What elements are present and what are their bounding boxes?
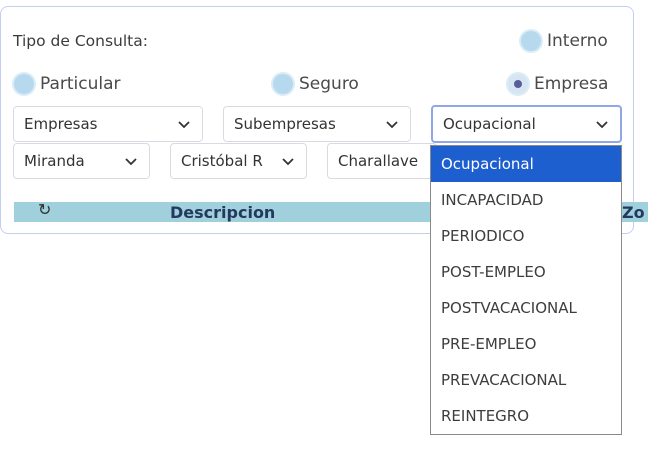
radio-interno-label: Interno [547, 31, 608, 51]
refresh-icon[interactable]: ↻ [38, 200, 51, 219]
subempresas-select-value: Subempresas [234, 115, 336, 133]
chevron-down-icon [282, 158, 294, 166]
subempresas-select[interactable]: Subempresas [223, 106, 411, 142]
empresas-select[interactable]: Empresas [13, 106, 203, 142]
dropdown-option[interactable]: POSTVACACIONAL [431, 290, 621, 326]
radio-seguro-label: Seguro [299, 74, 359, 94]
tipo-consulta-title: Tipo de Consulta: [13, 32, 148, 50]
dropdown-option[interactable]: INCAPACIDAD [431, 182, 621, 218]
column-header-zona[interactable]: Zo [622, 203, 645, 222]
parroquia-select-value: Charallave [338, 152, 419, 170]
dropdown-option[interactable]: PREVACACIONAL [431, 362, 621, 398]
estado-select-value: Miranda [24, 152, 85, 170]
radio-particular-label: Particular [40, 74, 121, 94]
radio-empresa[interactable]: Empresa [508, 74, 608, 94]
chevron-down-icon [386, 121, 398, 129]
dropdown-option[interactable]: REINTEGRO [431, 398, 621, 434]
radio-interno[interactable]: Interno [521, 31, 608, 51]
empresas-select-value: Empresas [24, 115, 98, 133]
municipio-select-value: Cristóbal R [181, 152, 263, 170]
radio-empresa-label: Empresa [534, 74, 609, 94]
radio-particular-dot[interactable] [14, 74, 34, 94]
radio-interno-dot[interactable] [521, 31, 541, 51]
radio-particular[interactable]: Particular [14, 74, 121, 94]
radio-seguro-dot[interactable] [273, 74, 293, 94]
column-header-descripcion[interactable]: Descripcion [170, 203, 275, 222]
estado-select[interactable]: Miranda [13, 143, 150, 179]
municipio-select[interactable]: Cristóbal R [170, 143, 307, 179]
chevron-down-icon [596, 121, 608, 129]
radio-seguro[interactable]: Seguro [273, 74, 359, 94]
dropdown-option[interactable]: PERIODICO [431, 218, 621, 254]
dropdown-option[interactable]: PRE-EMPLEO [431, 326, 621, 362]
parroquia-select[interactable]: Charallave [327, 143, 437, 179]
tipo-consulta-select[interactable]: Ocupacional [431, 105, 622, 143]
chevron-down-icon [125, 158, 137, 166]
radio-empresa-dot[interactable] [508, 74, 528, 94]
chevron-down-icon [178, 121, 190, 129]
tipo-consulta-dropdown: Ocupacional INCAPACIDAD PERIODICO POST-EMPL… [430, 145, 622, 435]
dropdown-option[interactable]: POST-EMPLEO [431, 254, 621, 290]
dropdown-option[interactable]: Ocupacional [431, 146, 621, 182]
tipo-consulta-select-value: Ocupacional [443, 115, 536, 133]
